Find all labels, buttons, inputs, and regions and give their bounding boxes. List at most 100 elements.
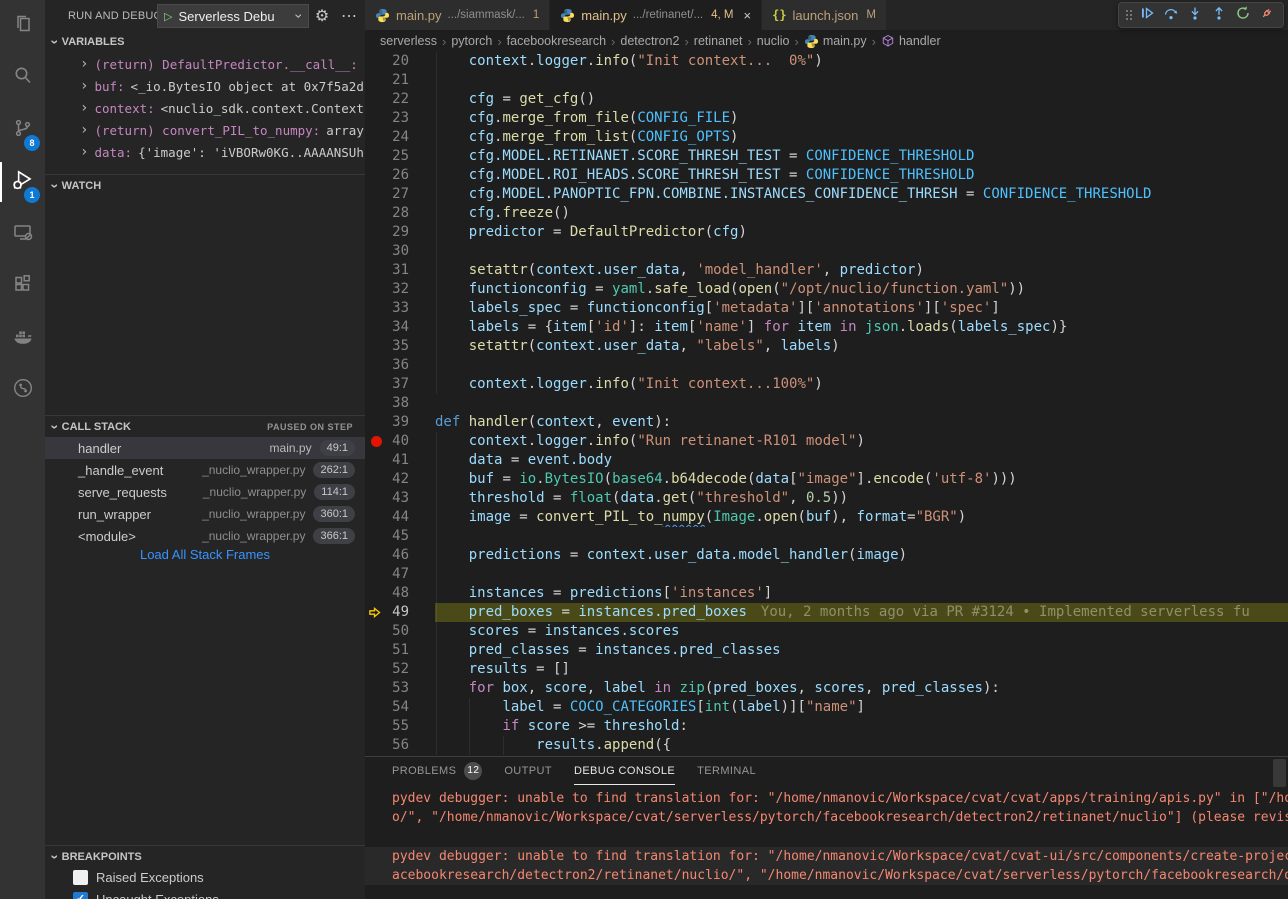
code-line-content[interactable]: cfg.MODEL.RETINANET.SCORE_THRESH_TEST = … <box>435 147 1288 166</box>
code-line-41[interactable]: 41 data = event.body <box>365 451 1288 470</box>
breakpoint-row[interactable]: ✓Uncaught Exceptions <box>45 888 365 899</box>
code-line-content[interactable]: cfg.merge_from_list(CONFIG_OPTS) <box>435 128 1288 147</box>
line-number[interactable]: 39 <box>365 413 435 432</box>
breadcrumb-item[interactable]: retinanet <box>694 34 743 48</box>
drag-grip-icon[interactable] <box>1123 3 1135 27</box>
line-number[interactable]: 42 <box>365 470 435 489</box>
line-number[interactable]: 51 <box>365 641 435 660</box>
disconnect-button[interactable] <box>1255 3 1279 27</box>
line-number[interactable]: 47 <box>365 565 435 584</box>
variable-row[interactable]: ›(return) DefaultPredictor.__call__:{'in… <box>45 53 365 75</box>
code-line-content[interactable]: for box, score, label in zip(pred_boxes,… <box>435 679 1288 698</box>
line-number[interactable]: 40 <box>365 432 435 451</box>
line-number[interactable]: 24 <box>365 128 435 147</box>
variable-row[interactable]: ›(return) convert_PIL_to_numpy:array([[[… <box>45 119 365 141</box>
line-number[interactable]: 53 <box>365 679 435 698</box>
line-number[interactable]: 55 <box>365 717 435 736</box>
code-line-50[interactable]: 50 scores = instances.scores <box>365 622 1288 641</box>
stack-frame-row[interactable]: serve_requests_nuclio_wrapper.py114:1 <box>45 481 365 503</box>
breadcrumb-symbol[interactable]: handler <box>881 34 941 48</box>
breadcrumb-item[interactable]: detectron2 <box>620 34 679 48</box>
code-line-46[interactable]: 46 predictions = context.user_data.model… <box>365 546 1288 565</box>
variable-row[interactable]: ›data:{'image': 'iVBORw0KG..AAAANSUhE… <box>45 141 365 163</box>
code-line-content[interactable]: labels_spec = functionconfig['metadata']… <box>435 299 1288 318</box>
line-number[interactable]: 36 <box>365 356 435 375</box>
breadcrumb-item[interactable]: facebookresearch <box>507 34 606 48</box>
code-line-content[interactable]: cfg = get_cfg() <box>435 90 1288 109</box>
code-line-32[interactable]: 32 functionconfig = yaml.safe_load(open(… <box>365 280 1288 299</box>
code-line-content[interactable]: threshold = float(data.get("threshold", … <box>435 489 1288 508</box>
code-line-24[interactable]: 24 cfg.merge_from_list(CONFIG_OPTS) <box>365 128 1288 147</box>
line-number[interactable]: 41 <box>365 451 435 470</box>
checkbox-checked-icon[interactable]: ✓ <box>73 892 88 899</box>
code-line-49[interactable]: 49 pred_boxes = instances.pred_boxesYou,… <box>365 603 1288 622</box>
code-line-43[interactable]: 43 threshold = float(data.get("threshold… <box>365 489 1288 508</box>
line-number[interactable]: 29 <box>365 223 435 242</box>
code-editor[interactable]: 20 context.logger.info("Init context... … <box>365 52 1288 756</box>
code-line-45[interactable]: 45 <box>365 527 1288 546</box>
code-line-47[interactable]: 47 <box>365 565 1288 584</box>
code-line-content[interactable] <box>435 356 1288 375</box>
code-line-29[interactable]: 29 predictor = DefaultPredictor(cfg) <box>365 223 1288 242</box>
code-line-40[interactable]: 40 context.logger.info("Run retinanet-R1… <box>365 432 1288 451</box>
code-line-content[interactable] <box>435 565 1288 584</box>
stack-frame-row[interactable]: run_wrapper_nuclio_wrapper.py360:1 <box>45 503 365 525</box>
code-line-content[interactable]: pred_classes = instances.pred_classes <box>435 641 1288 660</box>
more-actions-icon[interactable]: ⋯ <box>337 4 361 28</box>
activity-item-run-debug[interactable]: 1 <box>0 156 45 208</box>
checkbox-unchecked-icon[interactable] <box>73 870 88 885</box>
line-number[interactable]: 49 <box>365 603 435 622</box>
code-line-36[interactable]: 36 <box>365 356 1288 375</box>
code-line-content[interactable]: cfg.freeze() <box>435 204 1288 223</box>
breakpoints-section-header[interactable]: › BREAKPOINTS <box>45 845 365 867</box>
activity-item-docker[interactable] <box>0 312 45 364</box>
activity-item-circle-branch[interactable] <box>0 364 45 416</box>
line-number[interactable]: 54 <box>365 698 435 717</box>
code-line-55[interactable]: 55 if score >= threshold: <box>365 717 1288 736</box>
activity-item-search[interactable] <box>0 52 45 104</box>
line-number[interactable]: 23 <box>365 109 435 128</box>
code-line-37[interactable]: 37 context.logger.info("Init context...1… <box>365 375 1288 394</box>
line-number[interactable]: 22 <box>365 90 435 109</box>
step-over-button[interactable] <box>1159 3 1183 27</box>
call-stack-section-header[interactable]: › CALL STACK PAUSED ON STEP <box>45 415 365 437</box>
close-icon[interactable]: × <box>744 8 752 23</box>
code-line-content[interactable]: predictor = DefaultPredictor(cfg) <box>435 223 1288 242</box>
code-line-content[interactable] <box>435 394 1288 413</box>
panel-tab-output[interactable]: OUTPUT <box>504 757 552 785</box>
code-line-42[interactable]: 42 buf = io.BytesIO(base64.b64decode(dat… <box>365 470 1288 489</box>
code-line-content[interactable]: functionconfig = yaml.safe_load(open("/o… <box>435 280 1288 299</box>
load-all-stack-frames-link[interactable]: Load All Stack Frames <box>45 547 365 562</box>
continue-button[interactable] <box>1135 3 1159 27</box>
line-number[interactable]: 31 <box>365 261 435 280</box>
code-line-53[interactable]: 53 for box, score, label in zip(pred_box… <box>365 679 1288 698</box>
line-number[interactable]: 27 <box>365 185 435 204</box>
line-number[interactable]: 34 <box>365 318 435 337</box>
activity-item-remote-explorer[interactable] <box>0 208 45 260</box>
code-line-48[interactable]: 48 instances = predictions['instances'] <box>365 584 1288 603</box>
code-line-content[interactable]: context.logger.info("Init context...100%… <box>435 375 1288 394</box>
line-number[interactable]: 52 <box>365 660 435 679</box>
code-line-30[interactable]: 30 <box>365 242 1288 261</box>
line-number[interactable]: 25 <box>365 147 435 166</box>
line-number[interactable]: 43 <box>365 489 435 508</box>
variables-section-header[interactable]: › VARIABLES <box>45 31 365 53</box>
code-line-26[interactable]: 26 cfg.MODEL.ROI_HEADS.SCORE_THRESH_TEST… <box>365 166 1288 185</box>
code-line-content[interactable]: setattr(context.user_data, "labels", lab… <box>435 337 1288 356</box>
activity-item-files[interactable] <box>0 0 45 52</box>
activity-item-extensions[interactable] <box>0 260 45 312</box>
code-line-content[interactable]: results = [] <box>435 660 1288 679</box>
breadcrumb-item[interactable]: serverless <box>380 34 437 48</box>
restart-button[interactable] <box>1231 3 1255 27</box>
code-line-52[interactable]: 52 results = [] <box>365 660 1288 679</box>
line-number[interactable]: 48 <box>365 584 435 603</box>
breadcrumb-file[interactable]: main.py <box>804 34 867 49</box>
line-number[interactable]: 35 <box>365 337 435 356</box>
code-line-content[interactable]: image = convert_PIL_to_numpy(Image.open(… <box>435 508 1288 527</box>
code-line-content[interactable]: cfg.MODEL.ROI_HEADS.SCORE_THRESH_TEST = … <box>435 166 1288 185</box>
line-number[interactable]: 46 <box>365 546 435 565</box>
code-line-34[interactable]: 34 labels = {item['id']: item['name'] fo… <box>365 318 1288 337</box>
line-number[interactable]: 33 <box>365 299 435 318</box>
code-line-content[interactable] <box>435 242 1288 261</box>
code-line-content[interactable]: buf = io.BytesIO(base64.b64decode(data["… <box>435 470 1288 489</box>
